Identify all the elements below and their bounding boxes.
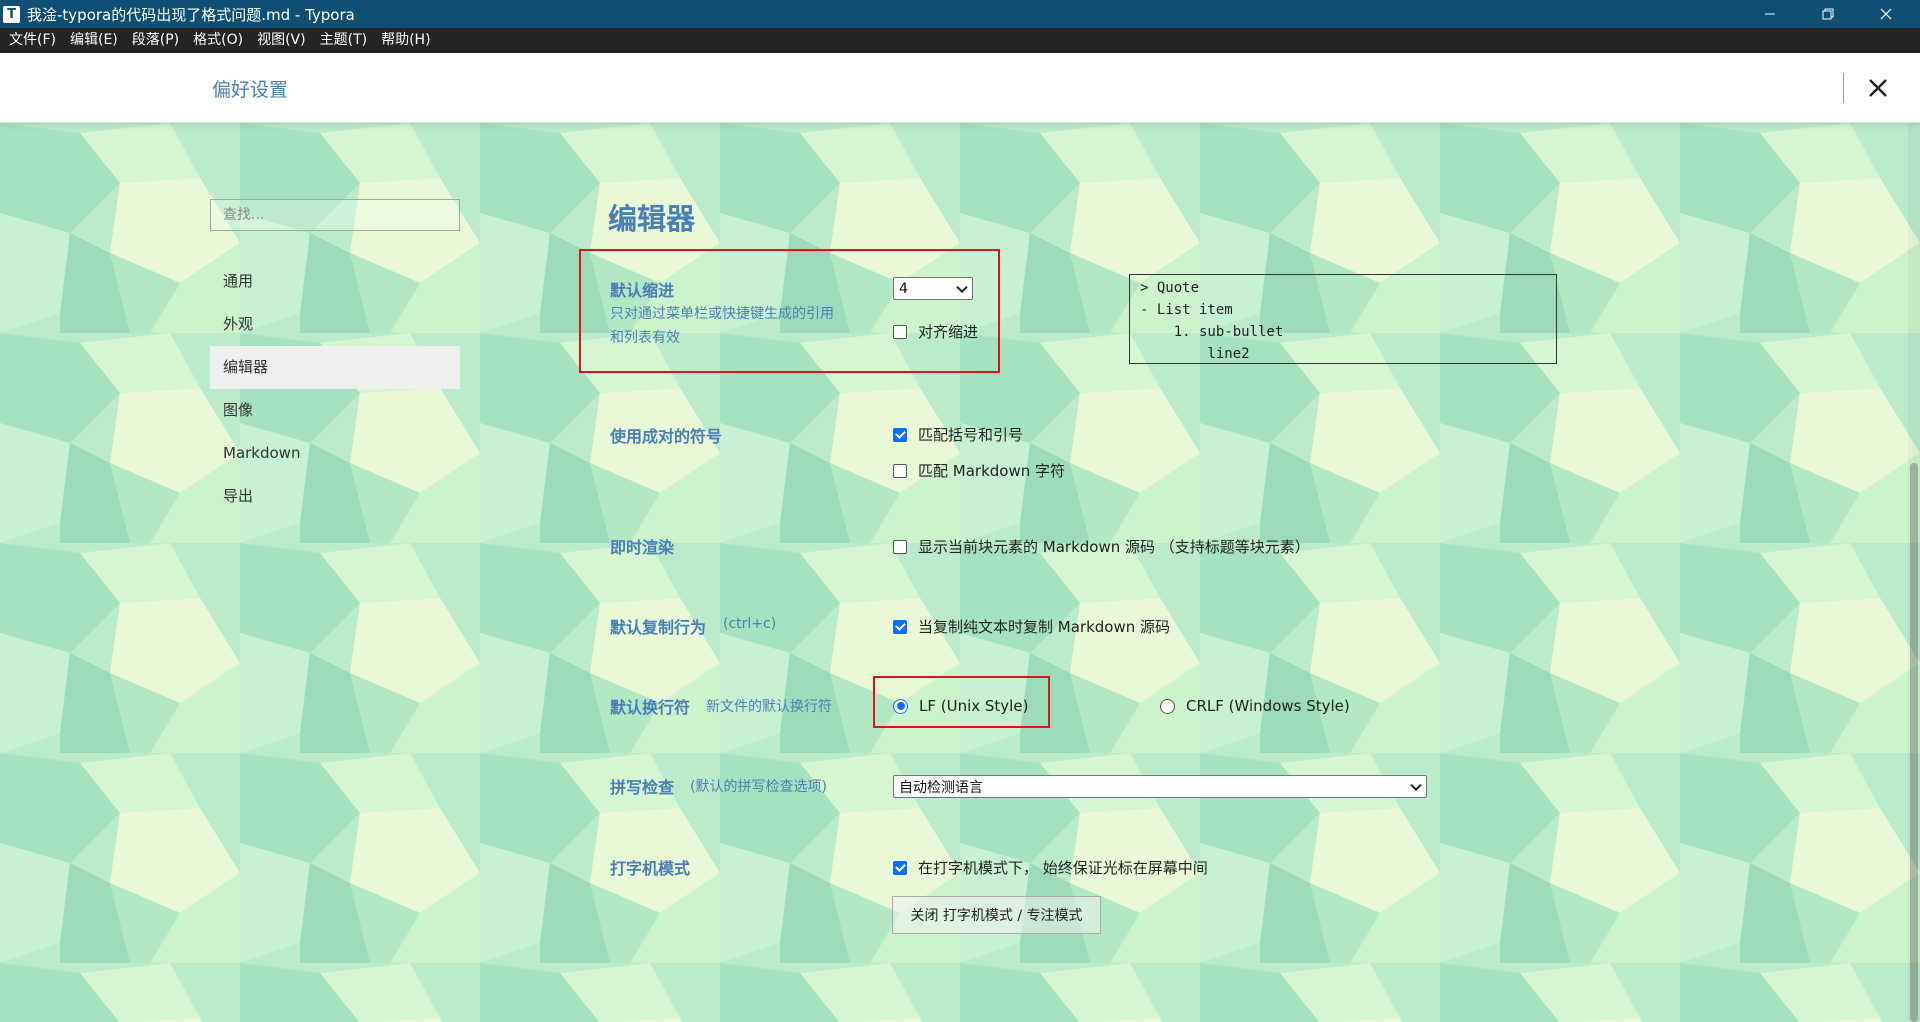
editor-settings-panel: 编辑器 默认缩进 只对通过菜单栏或快捷键生成的引用 和列表有效 4 对齐缩进 >… [0,0,1920,1022]
copy-source-checkbox[interactable] [893,619,907,634]
spellcheck-language-value: 自动检测语言 [899,779,983,796]
keep-center-label: 在打字机模式下， 始终保证光标在屏幕中间 [918,859,1208,877]
section-title: 编辑器 [608,202,696,236]
copy-label: 默认复制行为 [610,618,707,637]
typewriter-label: 打字机模式 [610,859,691,878]
keep-center-option[interactable]: 在打字机模式下， 始终保证光标在屏幕中间 [893,857,1208,878]
indent-description: 只对通过菜单栏或快捷键生成的引用 和列表有效 [610,302,834,350]
indent-description-line: 和列表有效 [610,330,680,346]
match-brackets-checkbox[interactable] [893,427,907,442]
spellcheck-label: 拼写检查 [610,778,675,797]
toggle-focus-mode-button[interactable]: 关闭 打字机模式 / 专注模式 [892,896,1101,934]
show-source-label: 显示当前块元素的 Markdown 源码 （支持标题等块元素） [918,538,1310,556]
lf-option[interactable]: LF (Unix Style) [893,697,1028,715]
align-indent-label: 对齐缩进 [918,323,979,341]
close-icon [1869,79,1887,97]
preview-line: > Quote [1140,280,1200,296]
copy-hint: (ctrl+c) [723,616,777,632]
crlf-option[interactable]: CRLF (Windows Style) [1160,697,1350,715]
copy-source-option[interactable]: 当复制纯文本时复制 Markdown 源码 [893,616,1170,637]
indent-size-value: 4 [899,280,908,297]
scrollbar[interactable] [1908,123,1920,1022]
show-source-option[interactable]: 显示当前块元素的 Markdown 源码 （支持标题等块元素） [893,536,1310,557]
close-preferences-button[interactable] [1860,70,1896,106]
align-indent-checkbox[interactable] [893,324,907,339]
preferences-title: 偏好设置 [212,79,289,101]
preview-line: line2 [1140,346,1250,362]
indent-label: 默认缩进 [610,281,675,300]
keep-center-checkbox[interactable] [893,860,907,875]
header-divider [1843,73,1844,103]
indent-description-line: 只对通过菜单栏或快捷键生成的引用 [610,306,834,322]
pairs-label: 使用成对的符号 [610,427,723,446]
preferences-header: 偏好设置 [0,53,1920,123]
line-ending-hint: 新文件的默认换行符 [706,699,832,715]
match-markdown-checkbox[interactable] [893,463,907,478]
match-markdown-option[interactable]: 匹配 Markdown 字符 [893,460,1065,481]
indent-size-select[interactable]: 4 [893,277,973,300]
match-markdown-label: 匹配 Markdown 字符 [918,462,1065,480]
spellcheck-hint: (默认的拼写检查选项) [690,779,827,795]
align-indent-option[interactable]: 对齐缩进 [893,321,978,342]
live-render-label: 即时渲染 [610,538,675,557]
lf-label: LF (Unix Style) [919,697,1029,715]
match-brackets-label: 匹配括号和引号 [918,426,1024,444]
preview-line: - List item [1140,302,1233,318]
line-ending-label: 默认换行符 [610,698,691,717]
crlf-label: CRLF (Windows Style) [1186,697,1350,715]
spellcheck-language-select[interactable]: 自动检测语言 [893,775,1427,798]
match-brackets-option[interactable]: 匹配括号和引号 [893,424,1023,445]
copy-source-label: 当复制纯文本时复制 Markdown 源码 [918,618,1170,636]
indent-preview: > Quote - List item 1. sub-bullet line2 [1129,274,1557,364]
lf-radio[interactable] [893,698,908,714]
crlf-radio[interactable] [1160,698,1175,714]
scrollbar-thumb[interactable] [1910,463,1918,1022]
show-source-checkbox[interactable] [893,539,907,554]
preview-line: 1. sub-bullet [1140,324,1284,340]
chevron-down-icon [956,281,968,293]
chevron-down-icon [1410,779,1422,791]
